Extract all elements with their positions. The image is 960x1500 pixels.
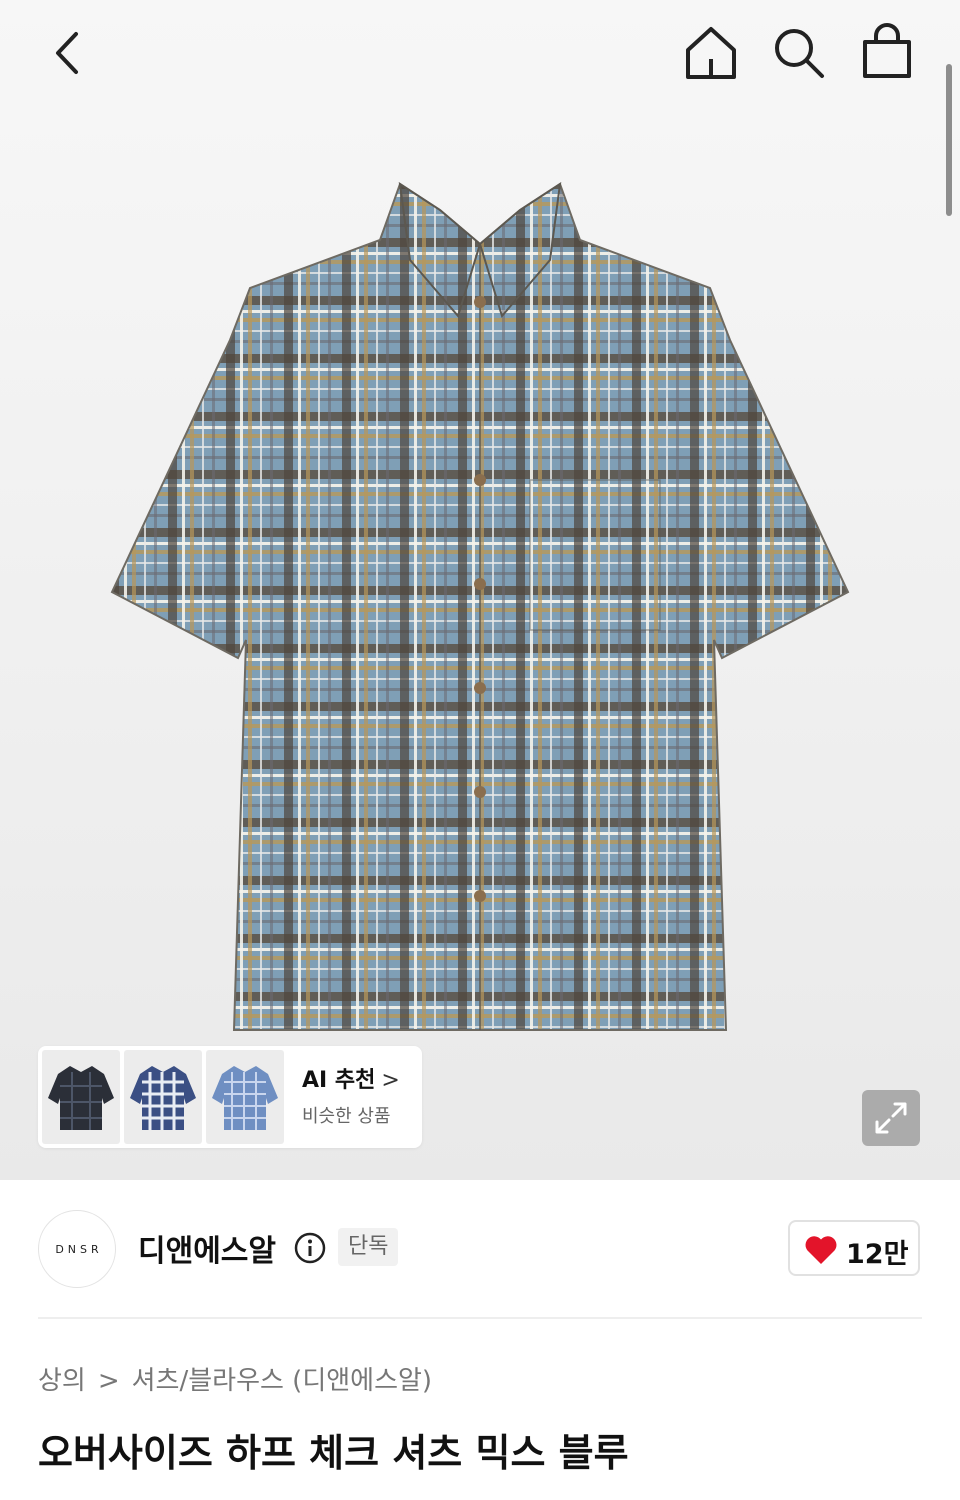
divider: [38, 1317, 922, 1319]
shopping-bag-icon: [863, 23, 911, 78]
back-button[interactable]: [44, 26, 92, 80]
top-navigation-bar: [0, 0, 960, 110]
product-title: 오버사이즈 하프 체크 셔츠 믹스 블루: [38, 1431, 629, 1475]
chevron-right-icon: >: [97, 1366, 120, 1396]
breadcrumb-item-category[interactable]: 상의: [38, 1366, 86, 1396]
product-image-gallery[interactable]: AI 추천 > 비슷한 상품: [0, 0, 960, 1180]
search-button[interactable]: [770, 24, 828, 82]
recommend-thumbnail[interactable]: [206, 1050, 284, 1144]
shirt-thumbnail-image: [212, 1066, 278, 1130]
like-button[interactable]: 12만: [788, 1220, 920, 1276]
brand-row: DNSR 디앤에스알 단독 12만: [0, 1180, 960, 1318]
chevron-left-icon: [56, 32, 78, 74]
brand-logo[interactable]: DNSR: [38, 1210, 116, 1288]
recommend-thumbnail[interactable]: [42, 1050, 120, 1144]
ai-recommend-subtitle: 비슷한 상품: [302, 1106, 391, 1127]
brand-logo-text: DNSR: [55, 1242, 103, 1256]
breadcrumb-item-subcategory[interactable]: 셔츠/블라우스 (디앤에스알): [132, 1366, 432, 1396]
ai-recommend-label: AI 추천: [302, 1068, 376, 1093]
shopping-bag-button[interactable]: [858, 22, 916, 82]
like-count: 12만: [846, 1239, 909, 1270]
expand-image-button[interactable]: [862, 1090, 920, 1146]
info-icon[interactable]: [294, 1232, 326, 1264]
home-icon: [686, 27, 736, 79]
search-icon: [775, 29, 824, 78]
ai-recommend-link[interactable]: AI 추천 > 비슷한 상품: [302, 1062, 418, 1128]
shirt-thumbnail-image: [48, 1066, 114, 1130]
heart-icon: [805, 1236, 837, 1264]
ai-recommend-title: AI 추천 >: [302, 1062, 418, 1094]
chevron-right-icon: >: [381, 1068, 400, 1093]
recommend-thumbnail[interactable]: [124, 1050, 202, 1144]
home-button[interactable]: [682, 24, 740, 82]
shirt-thumbnail-image: [130, 1066, 196, 1130]
exclusive-badge: 단독: [338, 1228, 399, 1266]
expand-icon: [875, 1102, 907, 1134]
scrollbar[interactable]: [946, 64, 952, 216]
product-image[interactable]: [110, 180, 850, 1040]
ai-recommend-panel[interactable]: AI 추천 > 비슷한 상품: [38, 1046, 422, 1148]
brand-name[interactable]: 디앤에스알: [138, 1226, 276, 1270]
breadcrumb: 상의 > 셔츠/블라우스 (디앤에스알): [38, 1360, 432, 1397]
